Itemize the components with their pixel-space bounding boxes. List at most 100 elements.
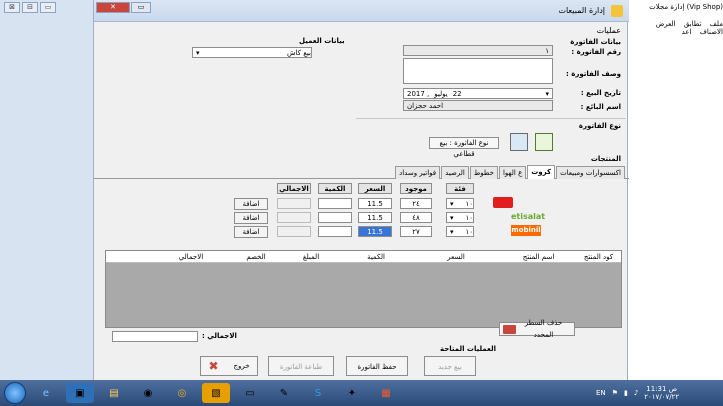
sale-date-label: تاريخ البيع : <box>580 89 621 97</box>
ie-icon[interactable]: e <box>32 383 60 403</box>
tools-icon[interactable]: ✎ <box>270 383 298 403</box>
chevron-down-icon[interactable]: ▾ <box>450 227 454 236</box>
window-title: إدارة المبيعات <box>558 6 605 15</box>
host-ctl-2[interactable]: ⊟ <box>22 2 38 13</box>
products-label: المنتجات <box>590 155 621 163</box>
host-menu-view[interactable]: العرض <box>656 20 676 28</box>
grid-col-total: الاجمالي <box>178 253 204 261</box>
seller-label: اسم البائع : <box>580 103 621 111</box>
invoice-type-field: نوع الفاتورة : بيع قطاعي <box>429 137 499 158</box>
date-month: يوليو <box>434 90 448 98</box>
qty-input-2[interactable] <box>318 212 352 223</box>
grid-col-name: اسم المنتج <box>522 253 555 261</box>
invoice-desc-field[interactable] <box>403 58 553 84</box>
windows-icon[interactable]: ▦ <box>372 383 400 403</box>
tab-lines[interactable]: خطوط <box>469 166 498 179</box>
grid-col-amount: المبلغ <box>302 253 320 261</box>
host-menu-match[interactable]: تطابق <box>684 20 702 28</box>
host-menu-items[interactable]: الاصناف <box>700 28 723 36</box>
add-button-2[interactable]: اضافة <box>234 212 268 224</box>
sale-date-picker[interactable]: 2017 , يوليو 22 ▾ <box>403 88 553 99</box>
add-button-3[interactable]: اضافة <box>234 226 268 238</box>
calendar-dropdown-icon[interactable]: ▾ <box>545 89 549 98</box>
chevron-down-icon[interactable]: ▾ <box>196 48 200 57</box>
system-tray: EN ⚑ ▮ ♪ 11:31 ص ٢٠١٧/٠٧/٢٢ <box>592 380 723 406</box>
product-tabs: اكسسوارات ومبيعات كروت ع الهوا خطوط الرص… <box>94 165 629 179</box>
save-invoice-button[interactable]: حفظ الفاتورة <box>346 356 408 376</box>
invoice-number-label: رقم الفاتورة : <box>571 48 621 56</box>
minus-icon <box>503 324 517 334</box>
invoice-type-section-label: نوع الفاتورة <box>578 122 621 130</box>
screen-icon[interactable]: ▭ <box>236 383 264 403</box>
fea-combo-3[interactable]: ▾ ١٠ <box>446 226 474 237</box>
tab-balance[interactable]: الرصيد <box>441 166 469 179</box>
fea-value-2: ١٠ <box>465 214 473 222</box>
close-button[interactable]: ✕ <box>96 2 130 13</box>
price-cell-1: 11.5 <box>358 198 392 209</box>
fea-combo-1[interactable]: ▾ ١٠ <box>446 198 474 209</box>
fea-value-1: ١٠ <box>465 200 473 208</box>
total-cell-2 <box>277 212 311 223</box>
fea-combo-2[interactable]: ▾ ١٠ <box>446 212 474 223</box>
volume-icon[interactable]: ♪ <box>634 389 638 397</box>
form-title: عمليات <box>596 26 621 35</box>
grid-col-discount: الخصم <box>246 253 266 261</box>
tab-on-air[interactable]: ع الهوا <box>498 166 527 179</box>
language-indicator[interactable]: EN <box>596 389 606 397</box>
folder-icon[interactable]: ▤ <box>100 383 128 403</box>
tab-cards[interactable]: كروت <box>527 165 556 179</box>
count-cell-3: ٢٧ <box>400 226 432 237</box>
host-menu: ملف تطابق العرض الاصناف اعد <box>628 20 723 36</box>
price-cell-3: 11.5 <box>358 226 392 237</box>
chevron-down-icon[interactable]: ▾ <box>450 213 454 222</box>
chrome-icon[interactable]: ◎ <box>168 383 196 403</box>
qty-input-3[interactable] <box>318 226 352 237</box>
restore-button[interactable]: ▭ <box>131 2 151 13</box>
host-menu-file[interactable]: ملف <box>710 20 723 28</box>
clock-time: 11:31 ص <box>646 385 678 393</box>
header-price: السعر <box>358 183 392 194</box>
total-cell-3 <box>277 226 311 237</box>
paint-icon[interactable]: ✦ <box>338 383 366 403</box>
chevron-down-icon[interactable]: ▾ <box>450 199 454 208</box>
document-list-icon[interactable] <box>535 133 553 151</box>
calculator-icon[interactable] <box>510 133 528 151</box>
start-orb-icon[interactable] <box>4 382 26 404</box>
exit-button[interactable]: خروج ✖ <box>200 356 258 376</box>
close-x-icon: ✖ <box>208 359 219 373</box>
delete-row-button[interactable]: حذف السطر المحدد <box>499 319 575 339</box>
vodafone-logo <box>493 197 513 208</box>
app-task-icon[interactable]: ▧ <box>202 383 230 403</box>
host-window-controls: ⊠ ⊟ ▭ <box>4 2 56 13</box>
host-right-area <box>628 0 723 380</box>
date-year: 2017 , <box>407 90 430 98</box>
clock[interactable]: 11:31 ص ٢٠١٧/٠٧/٢٢ <box>644 385 679 401</box>
explorer-icon[interactable]: ▣ <box>66 383 94 403</box>
total-field <box>112 331 198 342</box>
tab-accessories[interactable]: اكسسوارات ومبيعات <box>556 166 625 179</box>
host-left-area <box>0 0 93 380</box>
print-invoice-button[interactable]: طباعة الفاتورة <box>268 356 334 376</box>
window-buttons: ✕ ▭ <box>96 2 151 13</box>
client-combo[interactable]: بيع كاش ▾ <box>192 47 312 58</box>
invoice-section-label: بيانات الفاتورة <box>570 38 621 46</box>
media-icon[interactable]: ◉ <box>134 383 162 403</box>
total-label: الاجمالي : <box>202 332 237 340</box>
clock-date: ٢٠١٧/٠٧/٢٢ <box>644 393 680 401</box>
qty-input-1[interactable] <box>318 198 352 209</box>
grid-header: كود المنتج اسم المنتج السعر الكمية المبل… <box>106 251 621 263</box>
host-ctl-3[interactable]: ▭ <box>40 2 56 13</box>
header-total: الاجمالي <box>277 183 311 194</box>
app-icon <box>611 5 623 17</box>
new-sale-button[interactable]: بيع جديد <box>424 356 476 376</box>
flag-icon[interactable]: ⚑ <box>612 389 618 397</box>
network-icon[interactable]: ▮ <box>624 389 628 397</box>
tab-bills[interactable]: فواتير وسداد <box>395 166 441 179</box>
host-ctl-1[interactable]: ⊠ <box>4 2 20 13</box>
seller-field: احمد حجزان <box>403 100 553 111</box>
date-day: 22 <box>452 90 462 98</box>
add-button-1[interactable]: اضافة <box>234 198 268 210</box>
skype-icon[interactable]: S <box>304 383 332 403</box>
header-fea: فئة <box>446 183 474 194</box>
host-menu-settings[interactable]: اعد <box>682 28 692 36</box>
